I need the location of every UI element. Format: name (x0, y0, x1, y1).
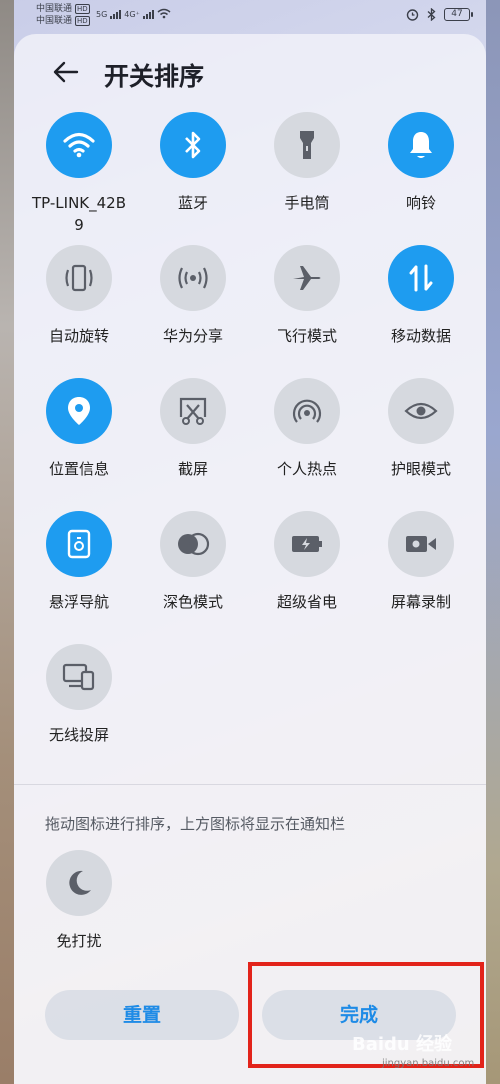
screenshot-icon[interactable] (160, 378, 226, 444)
switch-label: 个人热点 (276, 460, 337, 478)
switch-tile[interactable]: 个人热点 (250, 378, 364, 480)
bell-icon[interactable] (388, 112, 454, 178)
switch-tile[interactable]: TP-LINK_42B9 (22, 112, 136, 236)
switch-label: 位置信息 (48, 460, 109, 478)
switch-tile[interactable]: 截屏 (136, 378, 250, 480)
switch-label: 飞行模式 (276, 327, 337, 345)
page-title: 开关排序 (104, 62, 205, 91)
share-icon[interactable] (160, 245, 226, 311)
carrier-info: 中国联通 HD 中国联通 HD (36, 3, 90, 27)
alarm-icon (406, 9, 419, 21)
switch-label: 护眼模式 (390, 460, 451, 478)
header (52, 58, 80, 86)
back-arrow-icon[interactable] (52, 58, 80, 86)
status-right: 47 (406, 8, 473, 21)
eye-icon[interactable] (388, 378, 454, 444)
location-icon[interactable] (46, 378, 112, 444)
switch-tile[interactable]: 华为分享 (136, 245, 250, 347)
switch-tile[interactable]: 蓝牙 (136, 112, 250, 214)
switch-tile[interactable]: 自动旋转 (22, 245, 136, 347)
hotspot-icon[interactable] (274, 378, 340, 444)
switch-tile[interactable]: 移动数据 (364, 245, 478, 347)
switch-tile[interactable]: 手电筒 (250, 112, 364, 214)
signal-icon (110, 10, 122, 19)
switch-label: 无线投屏 (48, 726, 109, 744)
switch-tile[interactable]: 屏幕录制 (364, 511, 478, 613)
sort-hint: 拖动图标进行排序，上方图标将显示在通知栏 (45, 815, 346, 833)
network-type-1: 5G (96, 10, 108, 19)
switch-label: 深色模式 (162, 593, 223, 611)
wireless-projection-icon[interactable] (46, 644, 112, 710)
switch-tile[interactable]: 飞行模式 (250, 245, 364, 347)
switch-tile[interactable]: 深色模式 (136, 511, 250, 613)
status-bar: 中国联通 HD 中国联通 HD 5G 4G⁺ 47 (0, 0, 500, 32)
bluetooth-icon[interactable] (160, 112, 226, 178)
signal-indicators: 5G 4G⁺ (96, 8, 171, 19)
switch-label: 屏幕录制 (390, 593, 451, 611)
reset-button[interactable]: 重置 (45, 990, 239, 1040)
switch-label: 截屏 (177, 460, 208, 478)
switch-label: 华为分享 (162, 327, 223, 345)
switch-label: TP-LINK_42B9 (32, 194, 127, 234)
hd-badge: HD (75, 16, 90, 26)
power-saving-icon[interactable] (274, 511, 340, 577)
switch-tile[interactable]: 免打扰 (22, 850, 136, 952)
carrier-2: 中国联通 (36, 16, 73, 26)
network-type-2: 4G⁺ (124, 10, 140, 19)
airplane-icon[interactable] (274, 245, 340, 311)
mobile-data-icon[interactable] (388, 245, 454, 311)
switch-label: 响铃 (405, 194, 436, 212)
dark-mode-icon[interactable] (160, 511, 226, 577)
screen-record-icon[interactable] (388, 511, 454, 577)
moon-icon[interactable] (46, 850, 112, 916)
switch-label: 超级省电 (276, 593, 337, 611)
carrier-1: 中国联通 (36, 4, 73, 14)
switch-label: 手电筒 (284, 194, 330, 212)
wifi-icon[interactable] (46, 112, 112, 178)
background-edge-right (486, 0, 500, 1084)
background-edge-left (0, 0, 14, 1084)
switch-tile[interactable]: 护眼模式 (364, 378, 478, 480)
switch-tile[interactable]: 悬浮导航 (22, 511, 136, 613)
switch-tile[interactable]: 位置信息 (22, 378, 136, 480)
switch-label: 悬浮导航 (48, 593, 109, 611)
section-divider (14, 784, 486, 785)
switch-tile[interactable]: 响铃 (364, 112, 478, 214)
switch-label: 蓝牙 (177, 194, 208, 212)
hd-badge: HD (75, 4, 90, 14)
auto-rotate-icon[interactable] (46, 245, 112, 311)
flashlight-icon[interactable] (274, 112, 340, 178)
signal-icon (142, 10, 154, 19)
switch-label: 免打扰 (56, 932, 102, 950)
switch-label: 自动旋转 (48, 327, 109, 345)
switch-label: 移动数据 (390, 327, 451, 345)
watermark-url: jingyan.baidu.com (382, 1058, 475, 1069)
switch-tile[interactable]: 超级省电 (250, 511, 364, 613)
float-nav-icon[interactable] (46, 511, 112, 577)
bluetooth-status-icon (427, 8, 436, 21)
battery-icon: 47 (444, 8, 473, 21)
switch-tile[interactable]: 无线投屏 (22, 644, 136, 746)
wifi-status-icon (157, 8, 171, 19)
watermark-logo: Baidu 经验 (352, 1034, 453, 1055)
battery-level: 47 (451, 9, 463, 19)
